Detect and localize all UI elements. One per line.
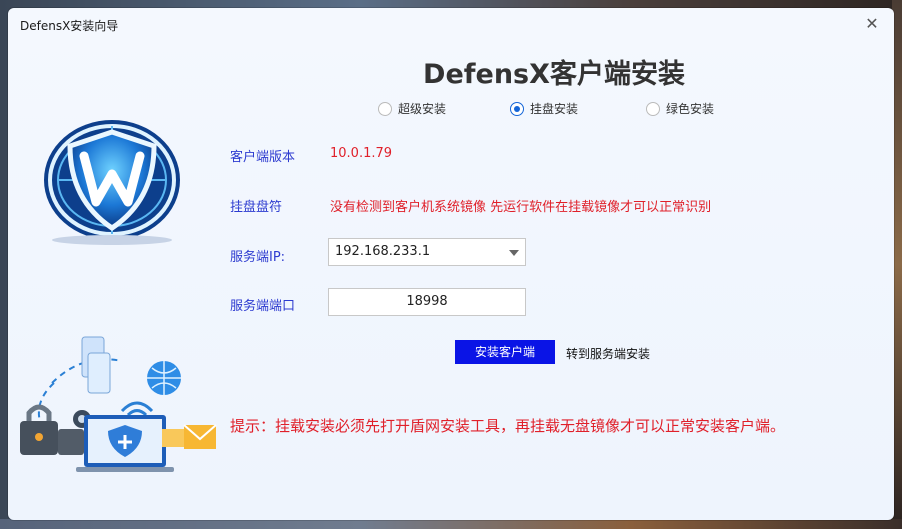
- network-security-illustration: [20, 336, 217, 472]
- radio-super-install[interactable]: 超级安装: [378, 100, 446, 117]
- server-port-input[interactable]: 18998: [328, 288, 526, 316]
- version-label: 客户端版本: [230, 150, 296, 165]
- radio-circle[interactable]: [646, 101, 660, 116]
- defensx-shield-logo: [44, 120, 180, 245]
- switch-to-server-install-link[interactable]: 转到服务端安装: [566, 345, 650, 362]
- installer-window: DefensX安装向导 ✕ DefensX客户端安装 超级安装 挂盘安装 绿色安…: [8, 8, 894, 520]
- server-ip-value: 192.168.233.1: [335, 244, 431, 259]
- close-icon[interactable]: ✕: [862, 14, 882, 34]
- radio-circle[interactable]: [378, 101, 392, 116]
- radio-green-install[interactable]: 绿色安装: [646, 100, 714, 117]
- server-port-value: 18998: [406, 294, 448, 309]
- window-title: DefensX安装向导: [20, 19, 119, 33]
- server-ip-select[interactable]: 192.168.233.1: [328, 238, 526, 266]
- version-value: 10.0.1.79: [330, 146, 393, 161]
- drive-value: 没有检测到客户机系统镜像 先运行软件在挂载镜像才可以正常识别: [330, 200, 712, 215]
- background-strip: [0, 519, 902, 529]
- radio-label: 挂盘安装: [530, 102, 579, 116]
- install-client-button[interactable]: 安装客户端: [455, 340, 555, 364]
- page-title: DefensX客户端安装: [423, 59, 685, 90]
- chevron-down-icon[interactable]: [509, 250, 519, 256]
- server-port-label: 服务端端口: [230, 299, 296, 314]
- server-ip-label: 服务端IP:: [230, 250, 286, 265]
- radio-circle[interactable]: [510, 101, 524, 116]
- title-bar: DefensX安装向导 ✕: [8, 8, 894, 42]
- radio-label: 超级安装: [398, 102, 447, 116]
- hint-message: 提示：挂载安装必须先打开盾网安装工具，再挂载无盘镜像才可以正常安装客户端。: [230, 417, 786, 435]
- radio-mount-install[interactable]: 挂盘安装: [510, 100, 578, 117]
- radio-label: 绿色安装: [666, 102, 715, 116]
- drive-label: 挂盘盘符: [230, 200, 283, 215]
